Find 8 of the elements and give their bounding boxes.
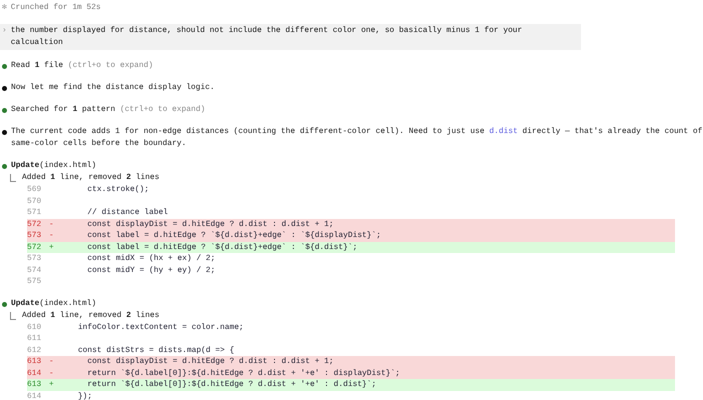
tree-corner-icon: [10, 174, 16, 182]
bullet-icon: [2, 64, 7, 69]
bullet-icon: [2, 108, 7, 113]
bullet-icon: [2, 164, 7, 169]
bullet-icon: [2, 302, 7, 306]
bullet-icon: [2, 86, 7, 91]
tree-corner-icon: [10, 312, 16, 320]
bullet-icon: [2, 130, 7, 135]
